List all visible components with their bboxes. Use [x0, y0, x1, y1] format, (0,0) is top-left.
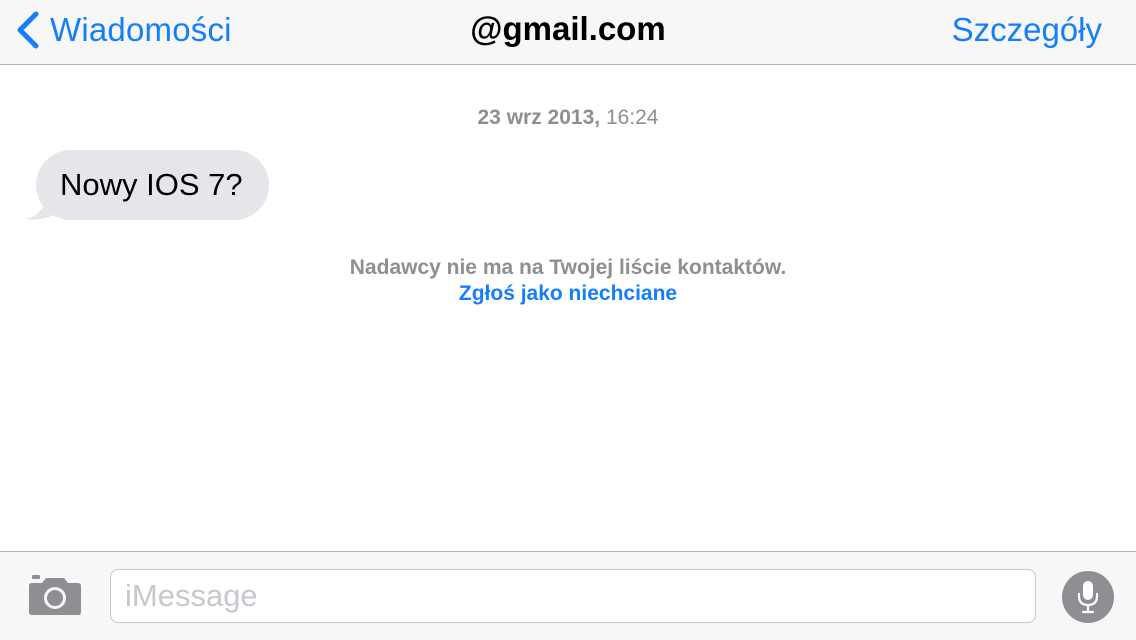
microphone-icon	[1077, 581, 1099, 614]
message-text: Nowy IOS 7?	[36, 150, 269, 220]
camera-icon	[29, 575, 81, 615]
message-timestamp: 23 wrz 2013, 16:24	[0, 106, 1136, 130]
messages-screen: Wiadomości @gmail.com Szczegóły 23 wrz 2…	[0, 0, 1136, 640]
camera-button[interactable]	[28, 574, 82, 616]
imessage-input[interactable]	[110, 569, 1036, 623]
message-bubble-incoming[interactable]: Nowy IOS 7?	[24, 150, 284, 222]
timestamp-date: 23 wrz 2013,	[477, 106, 601, 129]
message-input-toolbar	[0, 551, 1136, 640]
unknown-sender-notice: Nadawcy nie ma na Twojej liście kontaktó…	[349, 256, 787, 279]
details-button[interactable]: Szczegóły	[952, 11, 1102, 49]
report-junk-link[interactable]: Zgłoś jako niechciane	[459, 282, 677, 305]
report-junk-link-row: Zgłoś jako niechciane	[0, 282, 1136, 306]
navigation-bar: Wiadomości @gmail.com Szczegóły	[0, 0, 1136, 65]
microphone-button[interactable]	[1062, 571, 1114, 623]
timestamp-time: 16:24	[605, 106, 659, 129]
